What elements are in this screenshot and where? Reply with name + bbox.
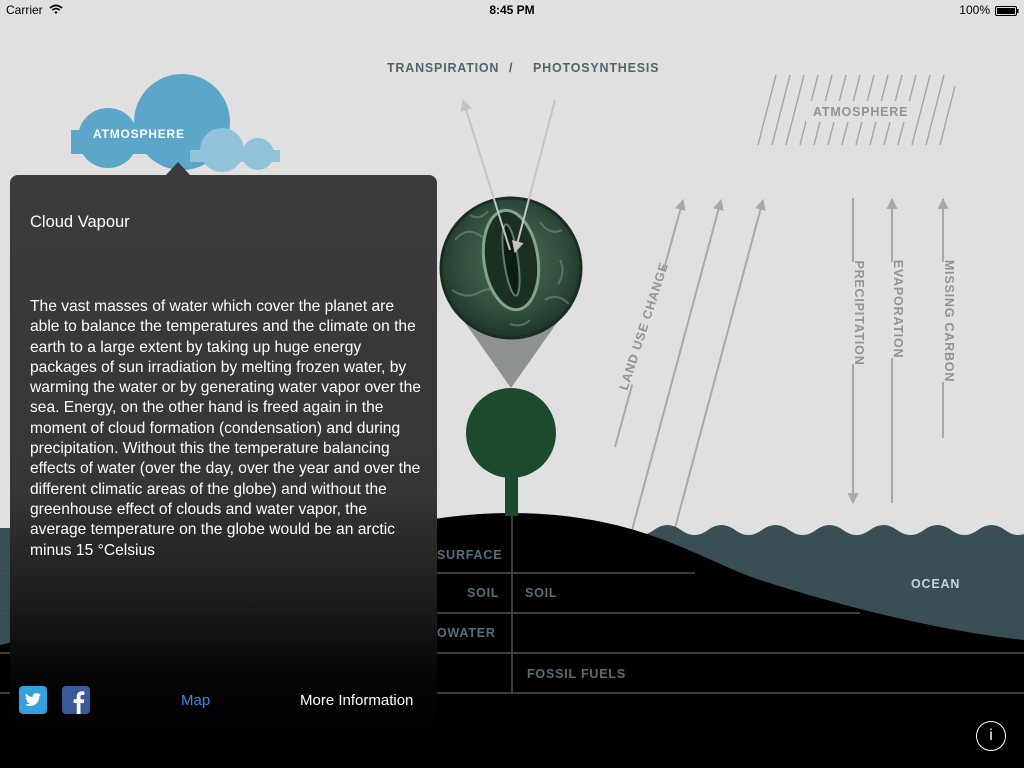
info-button[interactable]: i (976, 721, 1006, 751)
facebook-icon[interactable] (62, 686, 90, 714)
map-link[interactable]: Map (181, 692, 210, 709)
separator-label: / (509, 61, 513, 75)
popover-title: Cloud Vapour (30, 213, 130, 231)
fossil-fuels-label[interactable]: FOSSIL FUELS (527, 667, 626, 681)
status-bar: Carrier 8:45 PM 100% (0, 0, 1024, 20)
evaporation-label: EVAPORATION (891, 260, 905, 359)
more-information-link[interactable]: More Information (300, 692, 413, 709)
photosynthesis-label: PHOTOSYNTHESIS (533, 61, 659, 75)
ocean-label[interactable]: OCEAN (911, 577, 960, 591)
groundwater-label[interactable]: OWATER (437, 626, 496, 640)
atmosphere-label: ATMOSPHERE (813, 105, 908, 119)
info-icon: i (989, 727, 993, 744)
popover-arrow (166, 162, 190, 175)
info-popover: Cloud Vapour The vast masses of water wh… (10, 162, 437, 745)
soil-label-right[interactable]: SOIL (525, 586, 557, 600)
popover-body: The vast masses of water which cover the… (30, 298, 421, 559)
surface-label[interactable]: SURFACE (437, 548, 502, 562)
clock: 8:45 PM (489, 3, 535, 17)
battery-icon (995, 5, 1019, 19)
cloud-label: ATMOSPHERE (93, 127, 185, 141)
twitter-icon[interactable] (19, 686, 47, 714)
soil-label-left[interactable]: SOIL (467, 586, 499, 600)
battery-percentage: 100% (959, 3, 990, 17)
stoma-magnification[interactable] (439, 196, 583, 340)
missing-carbon-label: MISSING CARBON (942, 260, 956, 382)
transpiration-label: TRANSPIRATION (387, 61, 499, 75)
precipitation-label: PRECIPITATION (852, 260, 866, 365)
